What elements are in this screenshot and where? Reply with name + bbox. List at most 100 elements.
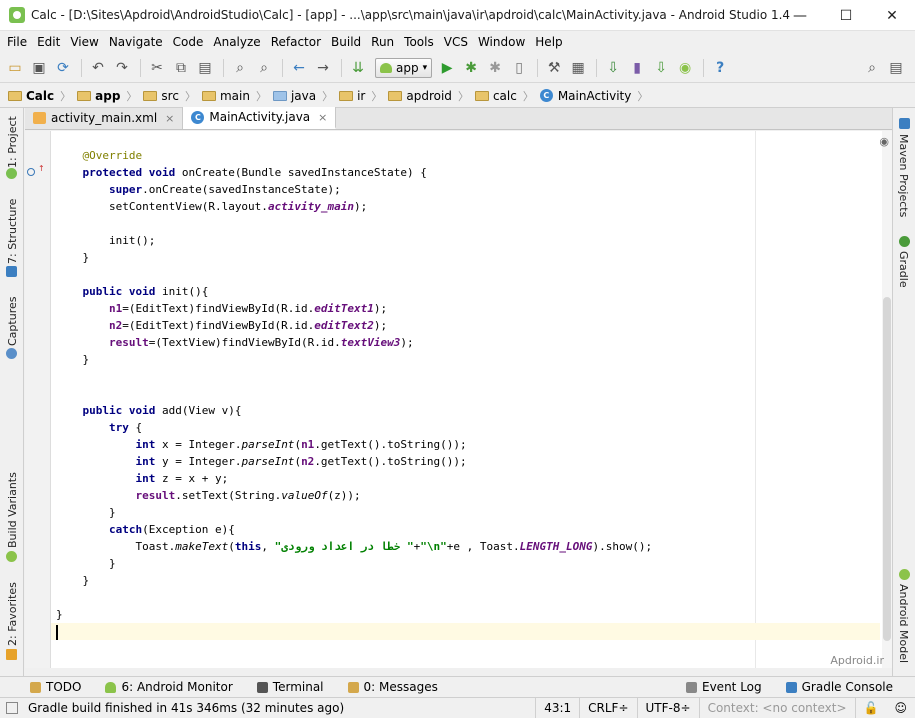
tool-tab-gradle[interactable]: Gradle [897, 251, 910, 288]
tool-tab-terminal[interactable]: Terminal [256, 680, 324, 694]
structure-icon [6, 266, 17, 277]
terminal-icon [256, 681, 268, 693]
menu-refactor[interactable]: Refactor [266, 35, 326, 49]
breadcrumb-apdroid[interactable]: apdroid [388, 89, 456, 103]
stop-icon[interactable]: ▯ [508, 57, 530, 79]
editor-scrollbar[interactable] [882, 131, 892, 668]
toolbar-divider [223, 59, 224, 77]
copy-icon[interactable]: ⧉ [170, 57, 192, 79]
run-config-select[interactable]: app ▾ [375, 58, 433, 78]
find-icon[interactable]: ⌕ [229, 57, 251, 79]
caret-position[interactable]: 43:1 [535, 698, 579, 718]
breadcrumb-java[interactable]: java [272, 89, 320, 103]
run-icon[interactable]: ▶ [436, 57, 458, 79]
tool-windows-toggle-icon[interactable] [6, 702, 18, 714]
code-line: result=(TextView)findViewById(R.id.textV… [108, 336, 414, 349]
toolbar-divider [341, 59, 342, 77]
menu-tools[interactable]: Tools [399, 35, 439, 49]
redo-icon[interactable]: ↷ [111, 57, 133, 79]
tool-tab-build-variants[interactable]: Build Variants [6, 472, 19, 548]
sync-icon[interactable]: ⟳ [52, 57, 74, 79]
menu-vcs[interactable]: VCS [439, 35, 473, 49]
android-device-monitor-icon[interactable]: ◉ [674, 57, 696, 79]
search-everywhere-icon[interactable]: ⌕ [861, 57, 883, 79]
cut-icon[interactable]: ✂ [146, 57, 168, 79]
breadcrumb-calc-package[interactable]: calc [474, 89, 521, 103]
menu-help[interactable]: Help [530, 35, 567, 49]
menu-build[interactable]: Build [326, 35, 366, 49]
close-button[interactable]: ✕ [869, 0, 915, 31]
menu-code[interactable]: Code [168, 35, 209, 49]
menu-file[interactable]: File [2, 35, 32, 49]
sdk-manager-icon[interactable]: ⇩ [650, 57, 672, 79]
inspector-icon[interactable]: ☺ [886, 698, 915, 718]
breadcrumb-calc[interactable]: Calc [8, 89, 58, 103]
menu-view[interactable]: View [65, 35, 103, 49]
watermark: Apdroid.ir [830, 654, 884, 667]
tool-tab-project[interactable]: 1: Project [6, 116, 19, 168]
toolbar-divider [703, 59, 705, 77]
undo-icon[interactable]: ↶ [87, 57, 109, 79]
gradle-sync-icon[interactable]: ⇩ [602, 57, 624, 79]
tool-tab-messages[interactable]: 0: Messages [347, 680, 438, 694]
menu-window[interactable]: Window [473, 35, 530, 49]
avd-manager-icon[interactable]: ▮ [626, 57, 648, 79]
eye-icon[interactable]: ◉ [879, 135, 889, 148]
menu-run[interactable]: Run [366, 35, 399, 49]
menu-navigate[interactable]: Navigate [104, 35, 168, 49]
replace-icon[interactable]: ⌕ [253, 57, 275, 79]
back-icon[interactable]: ← [288, 57, 310, 79]
tool-tab-gradle-console[interactable]: Gradle Console [785, 680, 893, 694]
code-line: n1=(EditText)findViewById(R.id.editText1… [108, 302, 388, 315]
tool-tab-maven-projects[interactable]: Maven Projects [897, 134, 910, 217]
menu-edit[interactable]: Edit [32, 35, 65, 49]
lock-icon[interactable]: 🔓 [854, 698, 887, 718]
override-marker-icon[interactable] [27, 168, 35, 176]
event-log-icon[interactable]: ▤ [885, 57, 907, 79]
settings-icon[interactable]: ▦ [567, 57, 589, 79]
code-line: int y = Integer.parseInt(n2.getText().to… [135, 455, 467, 468]
help-icon[interactable]: ? [709, 57, 731, 79]
tool-tab-android-monitor[interactable]: 6: Android Monitor [105, 680, 233, 694]
tool-tab-android-model[interactable]: Android Model [897, 584, 910, 663]
chevron-right-icon: 〉 [255, 89, 267, 103]
make-project-icon[interactable]: ⇊ [347, 57, 369, 79]
package-icon [388, 90, 403, 101]
breadcrumb-mainactivity[interactable]: C MainActivity [539, 89, 636, 103]
status-message[interactable]: Gradle build finished in 41s 346ms (32 m… [0, 701, 344, 715]
open-folder-icon[interactable]: ▭ [4, 57, 26, 79]
forward-icon[interactable]: → [312, 57, 334, 79]
breadcrumb-ir[interactable]: ir [339, 89, 369, 103]
tab-mainactivity-java[interactable]: C MainActivity.java × [183, 107, 337, 129]
file-encoding[interactable]: UTF-8÷ [636, 698, 699, 718]
scrollbar-thumb[interactable] [883, 297, 891, 641]
tool-tab-structure[interactable]: 7: Structure [6, 199, 19, 264]
breadcrumb-src[interactable]: src [143, 89, 183, 103]
android-icon [105, 681, 117, 693]
project-structure-icon[interactable]: ⚒ [543, 57, 565, 79]
minimize-button[interactable]: — [777, 0, 823, 31]
close-tab-icon[interactable]: × [165, 112, 174, 125]
menu-analyze[interactable]: Analyze [208, 35, 265, 49]
breadcrumb-main[interactable]: main [201, 89, 254, 103]
maximize-button[interactable]: ☐ [823, 0, 869, 31]
folder-icon [77, 90, 92, 101]
close-tab-icon[interactable]: × [318, 111, 327, 124]
code-editor[interactable]: ↑ @Override protected void onCreate(Bund… [25, 131, 892, 668]
tool-tab-event-log[interactable]: Event Log [686, 680, 762, 694]
save-icon[interactable]: ▣ [28, 57, 50, 79]
chevron-right-icon: 〉 [637, 89, 649, 103]
tab-activity-main-xml[interactable]: activity_main.xml × [25, 107, 184, 129]
line-separator[interactable]: CRLF÷ [579, 698, 636, 718]
paste-icon[interactable]: ▤ [194, 57, 216, 79]
breadcrumb-app[interactable]: app [77, 89, 124, 103]
attach-debugger-icon[interactable]: ✱ [484, 57, 506, 79]
debug-icon[interactable]: ✱ [460, 57, 482, 79]
tool-tab-favorites[interactable]: 2: Favorites [6, 582, 19, 646]
editor-gutter[interactable]: ↑ [25, 131, 51, 668]
folder-icon [143, 90, 158, 101]
tool-tab-todo[interactable]: TODO [30, 680, 81, 694]
tool-tab-captures[interactable]: Captures [6, 297, 19, 346]
chevron-right-icon: 〉 [322, 89, 334, 103]
